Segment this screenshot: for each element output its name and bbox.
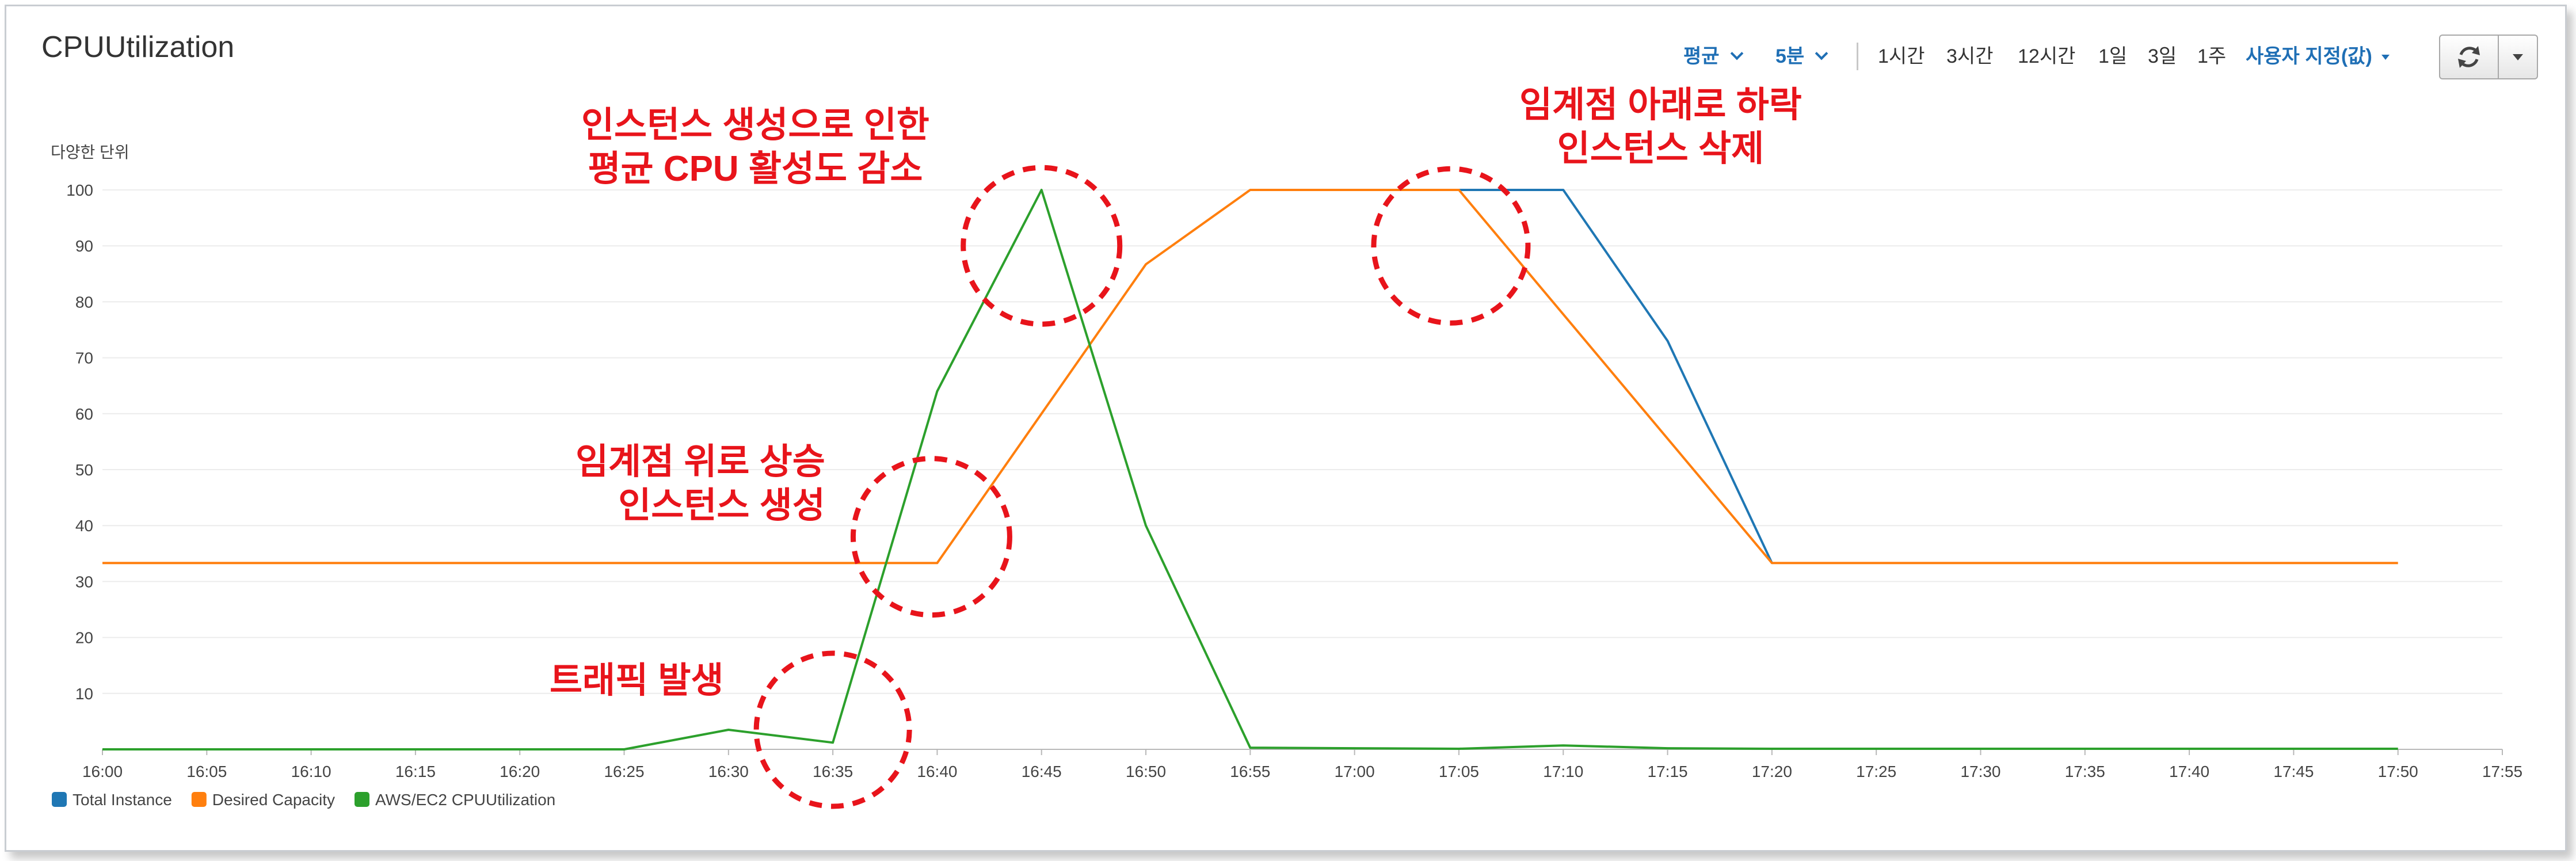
annotation-line: 인스턴스 삭제 bbox=[1557, 129, 1765, 169]
annotation-circle-threshold bbox=[850, 456, 1012, 618]
y-tick-label: 100 bbox=[66, 181, 93, 199]
x-tick-label: 17:20 bbox=[1752, 763, 1792, 780]
y-tick-label: 20 bbox=[75, 629, 93, 647]
x-tick-label: 16:00 bbox=[82, 763, 123, 780]
metric-line-chart: 다양한 단위 10 20 30 40 50 60 70 80 90 100 16:00 16:05 16:… bbox=[51, 143, 2522, 809]
x-tick-label: 16:10 bbox=[291, 763, 331, 780]
x-tick-label: 17:50 bbox=[2378, 763, 2418, 780]
legend-label: Desired Capacity bbox=[212, 791, 335, 809]
x-tick-label: 16:20 bbox=[500, 763, 540, 780]
x-tick-label: 17:15 bbox=[1648, 763, 1688, 780]
x-tick-label: 17:05 bbox=[1439, 763, 1479, 780]
annotation-circle-traffic bbox=[753, 650, 912, 809]
y-tick-label: 90 bbox=[75, 237, 93, 255]
x-tick-label: 16:30 bbox=[708, 763, 749, 780]
y-tick-label: 30 bbox=[75, 573, 93, 590]
annotation-line: 임계점 위로 상승 bbox=[576, 442, 825, 482]
x-tick-label: 16:55 bbox=[1230, 763, 1270, 780]
y-axis-label: 다양한 단위 bbox=[51, 143, 129, 161]
x-tick-label: 16:25 bbox=[604, 763, 644, 780]
x-tick-label: 17:40 bbox=[2169, 763, 2209, 780]
y-tick-label: 50 bbox=[75, 461, 93, 479]
y-tick-label: 80 bbox=[75, 293, 93, 311]
y-tick-label: 60 bbox=[75, 405, 93, 423]
x-tick-label: 17:35 bbox=[2065, 763, 2105, 780]
legend-swatch bbox=[52, 792, 67, 807]
x-tick-label: 17:00 bbox=[1335, 763, 1375, 780]
annotation-line: 인스턴스 생성으로 인한 bbox=[581, 105, 929, 145]
x-tick-label: 17:55 bbox=[2482, 763, 2522, 780]
annotation-line: 평균 CPU 활성도 감소 bbox=[588, 149, 923, 189]
x-tick-label: 16:40 bbox=[917, 763, 957, 780]
annotation-line: 임계점 아래로 하락 bbox=[1519, 85, 1802, 125]
x-tick-label: 17:30 bbox=[1960, 763, 2000, 780]
x-tick-label: 17:25 bbox=[1856, 763, 1896, 780]
x-tick-label: 16:50 bbox=[1126, 763, 1166, 780]
annotation-above-threshold: 임계점 위로 상승 인스턴스 생성 bbox=[576, 440, 825, 528]
annotation-traffic: 트래픽 발생 bbox=[550, 661, 724, 700]
y-tick-label: 10 bbox=[75, 685, 93, 703]
annotation-instance-avg-drop: 인스턴스 생성으로 인한 평균 CPU 활성도 감소 bbox=[581, 104, 929, 191]
y-tick-label: 70 bbox=[75, 349, 93, 367]
x-tick-label: 16:05 bbox=[186, 763, 227, 780]
annotation-below-threshold: 임계점 아래로 하락 인스턴스 삭제 bbox=[1519, 83, 1802, 171]
legend-label: AWS/EC2 CPUUtilization bbox=[375, 791, 555, 809]
x-tick-label: 16:15 bbox=[395, 763, 436, 780]
x-tick-label: 17:45 bbox=[2273, 763, 2314, 780]
x-tick-label: 16:35 bbox=[813, 763, 853, 780]
legend-swatch bbox=[354, 792, 369, 807]
annotation-line: 인스턴스 생성 bbox=[618, 486, 825, 525]
y-tick-label: 40 bbox=[75, 517, 93, 535]
x-tick-label: 16:45 bbox=[1022, 763, 1062, 780]
legend-swatch bbox=[191, 792, 207, 807]
legend-label: Total Instance bbox=[73, 791, 172, 809]
x-tick-label: 17:10 bbox=[1543, 763, 1583, 780]
